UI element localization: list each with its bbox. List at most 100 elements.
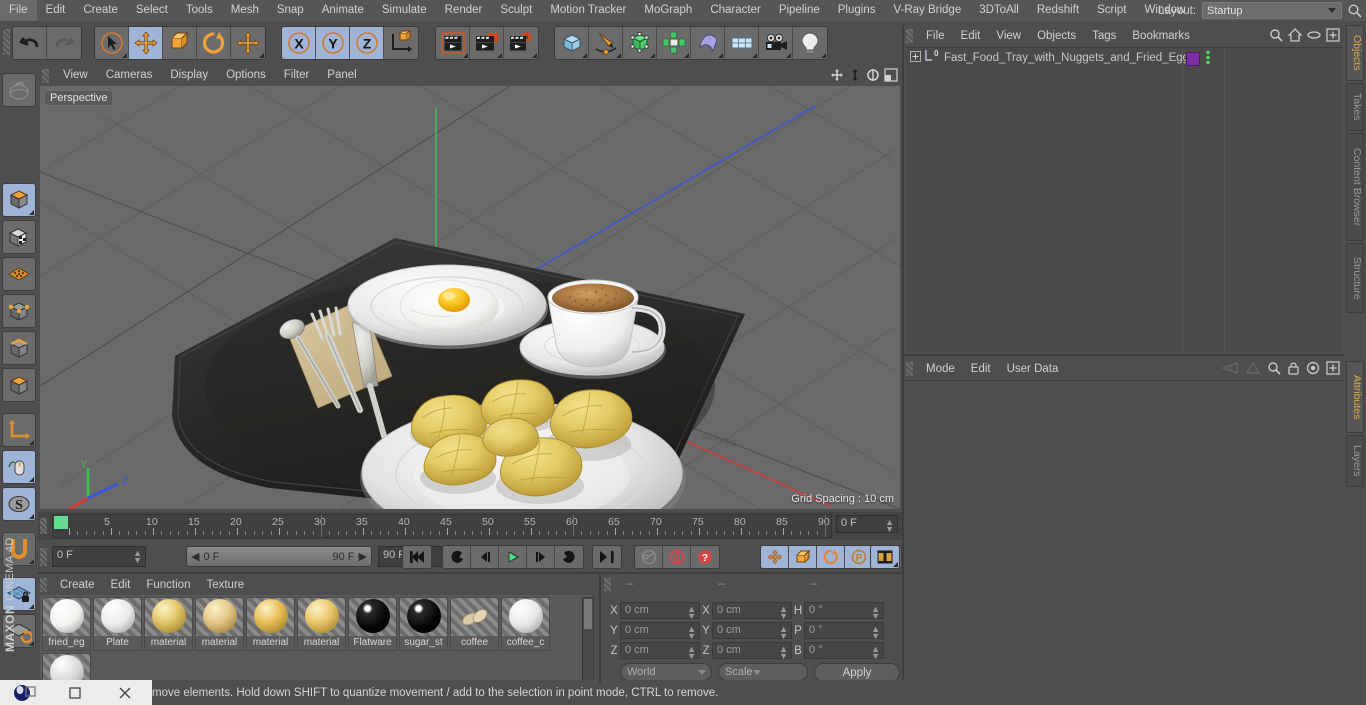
rotate-view-icon[interactable]: [866, 68, 880, 85]
history-back-icon[interactable]: [1221, 361, 1239, 378]
material-scrollbar[interactable]: [582, 597, 594, 681]
coordinate-mode-dropdown[interactable]: Scale: [718, 663, 808, 681]
target-icon[interactable]: [1306, 361, 1320, 378]
panel-divider-vertical[interactable]: [902, 25, 904, 680]
add-layer-icon[interactable]: [1326, 28, 1340, 45]
viewport-menu-options[interactable]: Options: [217, 65, 275, 86]
viewport-menu-display[interactable]: Display: [161, 65, 217, 86]
spinner-icon[interactable]: ▲▼: [779, 605, 788, 621]
range-prev-icon[interactable]: ◀: [191, 550, 199, 563]
coordinates-grip[interactable]: [604, 578, 611, 591]
tab-objects[interactable]: Objects: [1346, 25, 1364, 81]
spinner-icon[interactable]: ▲▼: [885, 518, 894, 534]
menu-3dtoall[interactable]: 3DToAll: [970, 0, 1028, 21]
enable-snap-button[interactable]: S: [2, 487, 36, 521]
world-coordinate-system-button[interactable]: [384, 27, 418, 59]
spinner-icon[interactable]: ▲▼: [133, 549, 142, 565]
viewport-3d-canvas[interactable]: Perspective SERVICE Y Z Grid Spacing: 1…: [40, 86, 900, 509]
render-view-button[interactable]: [436, 27, 470, 59]
coord-field-rot-p[interactable]: 0 ° ▲ ▼: [804, 622, 884, 641]
viewport-menu-filter[interactable]: Filter: [275, 65, 319, 86]
previous-keyframe-button[interactable]: [443, 546, 471, 568]
model-mode-button[interactable]: [2, 183, 36, 217]
menu-sculpt[interactable]: Sculpt: [491, 0, 541, 21]
coord-field-size-y[interactable]: 0 cm ▲ ▼: [712, 622, 792, 641]
viewport-menu-cameras[interactable]: Cameras: [97, 65, 162, 86]
attribute-content[interactable]: [906, 380, 1342, 680]
step-forward-button[interactable]: [527, 546, 555, 568]
menu-vray-bridge[interactable]: V-Ray Bridge: [884, 0, 970, 21]
material-swatch[interactable]: coffee_s: [42, 653, 91, 683]
viewport-menu-view[interactable]: View: [54, 65, 97, 86]
attribute-manager-grip[interactable]: [906, 362, 913, 376]
timeline-ruler[interactable]: 0 5 10 15 20 25 30 35 40 45 50 55 60 65 70 75 80 85 90: [52, 514, 832, 538]
menu-file[interactable]: File: [0, 0, 37, 21]
material-swatch[interactable]: Flatware: [348, 597, 397, 651]
scale-key-button[interactable]: [789, 546, 817, 568]
panel-divider-material-coords[interactable]: [599, 575, 601, 683]
axis-x-button[interactable]: X: [282, 27, 316, 59]
spinner-icon[interactable]: ▲▼: [687, 605, 696, 621]
attribute-menu-mode[interactable]: Mode: [918, 358, 963, 380]
undo-button[interactable]: [13, 27, 47, 59]
menu-script[interactable]: Script: [1088, 0, 1135, 21]
spinner-icon[interactable]: ▲▼: [871, 605, 880, 621]
material-swatch[interactable]: material: [144, 597, 193, 651]
visibility-icon[interactable]: [1307, 28, 1321, 45]
spinner-icon[interactable]: ▲▼: [779, 645, 788, 661]
coord-field-rot-h[interactable]: 0 ° ▲ ▼: [804, 602, 884, 621]
coord-field-pos-x[interactable]: 0 cm ▲ ▼: [620, 602, 700, 621]
tab-layers[interactable]: Layers: [1346, 435, 1364, 487]
param-key-button[interactable]: P: [845, 546, 873, 568]
spinner-icon[interactable]: ▲▼: [687, 625, 696, 641]
object-menu-edit[interactable]: Edit: [953, 25, 989, 47]
object-menu-view[interactable]: View: [988, 25, 1029, 47]
axis-z-button[interactable]: Z: [350, 27, 384, 59]
coord-field-rot-b[interactable]: 0 ° ▲ ▼: [804, 642, 884, 661]
viewport-menu-panel[interactable]: Panel: [318, 65, 365, 86]
toolbar-grip[interactable]: [3, 29, 10, 55]
point-mode-button[interactable]: [2, 294, 36, 328]
menu-mograph[interactable]: MoGraph: [635, 0, 701, 21]
object-manager-grip[interactable]: [906, 29, 913, 43]
next-keyframe-button[interactable]: [555, 546, 583, 568]
range-next-icon[interactable]: ▶: [359, 550, 367, 563]
object-menu-bookmarks[interactable]: Bookmarks: [1124, 25, 1198, 47]
go-to-end-button[interactable]: [593, 546, 621, 568]
app-icon[interactable]: [0, 680, 50, 705]
tab-takes[interactable]: Takes: [1346, 83, 1364, 131]
position-key-button[interactable]: [761, 546, 789, 568]
material-tag-icon[interactable]: [1186, 52, 1200, 66]
spinner-icon[interactable]: ▲▼: [871, 645, 880, 661]
object-menu-tags[interactable]: Tags: [1084, 25, 1124, 47]
axis-y-button[interactable]: Y: [316, 27, 350, 59]
search-icon[interactable]: [1347, 3, 1363, 19]
polygon-mode-button[interactable]: [2, 257, 36, 291]
mograph-button[interactable]: [657, 27, 691, 59]
coordinate-system-dropdown[interactable]: World: [620, 663, 712, 681]
material-menu-create[interactable]: Create: [52, 575, 103, 595]
material-swatch[interactable]: sugar_st: [399, 597, 448, 651]
material-swatch[interactable]: material: [246, 597, 295, 651]
material-swatch[interactable]: material: [297, 597, 346, 651]
menu-simulate[interactable]: Simulate: [373, 0, 436, 21]
menu-mesh[interactable]: Mesh: [222, 0, 268, 21]
move-axis-tool-button[interactable]: [231, 27, 265, 59]
move-view-icon[interactable]: [830, 68, 844, 85]
viewport-solo-button[interactable]: [2, 450, 36, 484]
object-menu-file[interactable]: File: [918, 25, 953, 47]
polygon-face-mode-button[interactable]: [2, 368, 36, 402]
menu-snap[interactable]: Snap: [268, 0, 313, 21]
add-spline-button[interactable]: [589, 27, 623, 59]
coord-field-size-z[interactable]: 0 cm ▲ ▼: [712, 642, 792, 661]
panel-divider-horizontal[interactable]: [904, 354, 1344, 356]
maximize-view-icon[interactable]: [884, 68, 898, 85]
zoom-view-icon[interactable]: [848, 68, 862, 85]
axis-modify-button[interactable]: [2, 413, 36, 447]
tab-attributes[interactable]: Attributes: [1346, 361, 1364, 433]
material-menu-texture[interactable]: Texture: [198, 575, 252, 595]
scale-tool-button[interactable]: [163, 27, 197, 59]
timeline-current-frame-field[interactable]: 0 F ▲ ▼: [836, 515, 898, 534]
edge-mode-button[interactable]: [2, 331, 36, 365]
rotate-tool-button[interactable]: [197, 27, 231, 59]
